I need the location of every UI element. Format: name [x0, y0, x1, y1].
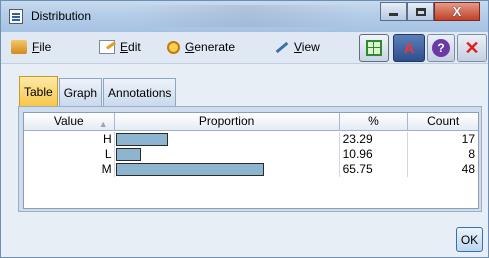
close-output-button[interactable]: ✕ — [457, 34, 487, 62]
title-bar[interactable]: Distribution X — [1, 1, 488, 32]
column-header-percent[interactable]: % — [340, 113, 409, 131]
help-button[interactable]: ? — [427, 34, 455, 62]
table-export-icon — [366, 40, 382, 56]
cell-proportion — [115, 162, 340, 177]
menu-view-label: View — [294, 40, 320, 54]
cell-value: L — [24, 147, 115, 162]
view-icon — [273, 40, 289, 54]
column-header-proportion[interactable]: Proportion — [115, 113, 340, 131]
app-icon — [9, 9, 23, 24]
sort-ascending-icon: ▲ — [98, 119, 108, 129]
table-header: Value ▲ Proportion % Count — [24, 113, 478, 131]
close-icon: X — [452, 4, 462, 19]
chart-button[interactable]: A — [393, 34, 425, 62]
table-row[interactable]: L 10.96 8 — [24, 147, 478, 162]
ok-button[interactable]: OK — [456, 227, 483, 252]
cell-percent: 23.29 — [340, 132, 409, 147]
menu-generate-label: Generate — [185, 40, 236, 54]
column-header-value[interactable]: Value ▲ — [24, 113, 115, 131]
tab-annotations[interactable]: Annotations — [103, 78, 177, 106]
minimize-button[interactable] — [380, 2, 407, 21]
menu-edit[interactable]: Edit — [99, 40, 141, 54]
tab-graph[interactable]: Graph — [58, 78, 103, 106]
cell-count: 48 — [461, 162, 475, 176]
cell-value: H — [24, 132, 115, 147]
menu-file[interactable]: File — [11, 40, 51, 54]
close-icon: ✕ — [464, 38, 480, 58]
cell-count: 8 — [468, 147, 475, 161]
folder-icon — [11, 40, 27, 54]
cell-percent: 65.75 — [340, 162, 409, 177]
menu-edit-label: Edit — [120, 40, 141, 54]
table-panel: Value ▲ Proportion % Count H 23.29 17 L … — [18, 106, 482, 212]
distribution-window: Distribution X File Edit Generate View A — [0, 0, 489, 258]
table-row[interactable]: M 65.75 48 — [24, 162, 478, 177]
chart-icon: A — [403, 40, 415, 56]
menu-bar: File Edit Generate View A ? ✕ — [1, 32, 488, 64]
proportion-bar — [115, 163, 264, 176]
minimize-icon — [389, 13, 398, 16]
menu-generate[interactable]: Generate — [167, 40, 235, 54]
window-controls: X — [380, 2, 480, 21]
menu-view[interactable]: View — [273, 40, 320, 54]
menu-file-label: File — [32, 40, 52, 54]
proportion-bar — [115, 148, 141, 161]
export-table-button[interactable] — [359, 34, 389, 62]
maximize-button[interactable] — [407, 2, 434, 21]
cell-count: 17 — [461, 132, 475, 146]
maximize-icon — [415, 7, 426, 16]
edit-icon — [99, 40, 115, 54]
cell-percent: 10.96 — [340, 147, 409, 162]
cell-proportion — [115, 132, 340, 147]
tab-table[interactable]: Table — [19, 76, 58, 106]
distribution-table: Value ▲ Proportion % Count H 23.29 17 L … — [23, 112, 479, 209]
help-icon: ? — [432, 39, 450, 57]
table-row[interactable]: H 23.29 17 — [24, 132, 478, 147]
column-header-count[interactable]: Count — [408, 113, 478, 131]
tab-strip: Table Graph Annotations — [19, 76, 177, 106]
proportion-bar — [115, 133, 168, 146]
window-title: Distribution — [31, 9, 92, 23]
cell-value: M — [24, 162, 115, 177]
window-close-button[interactable]: X — [434, 2, 480, 21]
generate-icon — [167, 40, 180, 54]
cell-proportion — [115, 147, 340, 162]
